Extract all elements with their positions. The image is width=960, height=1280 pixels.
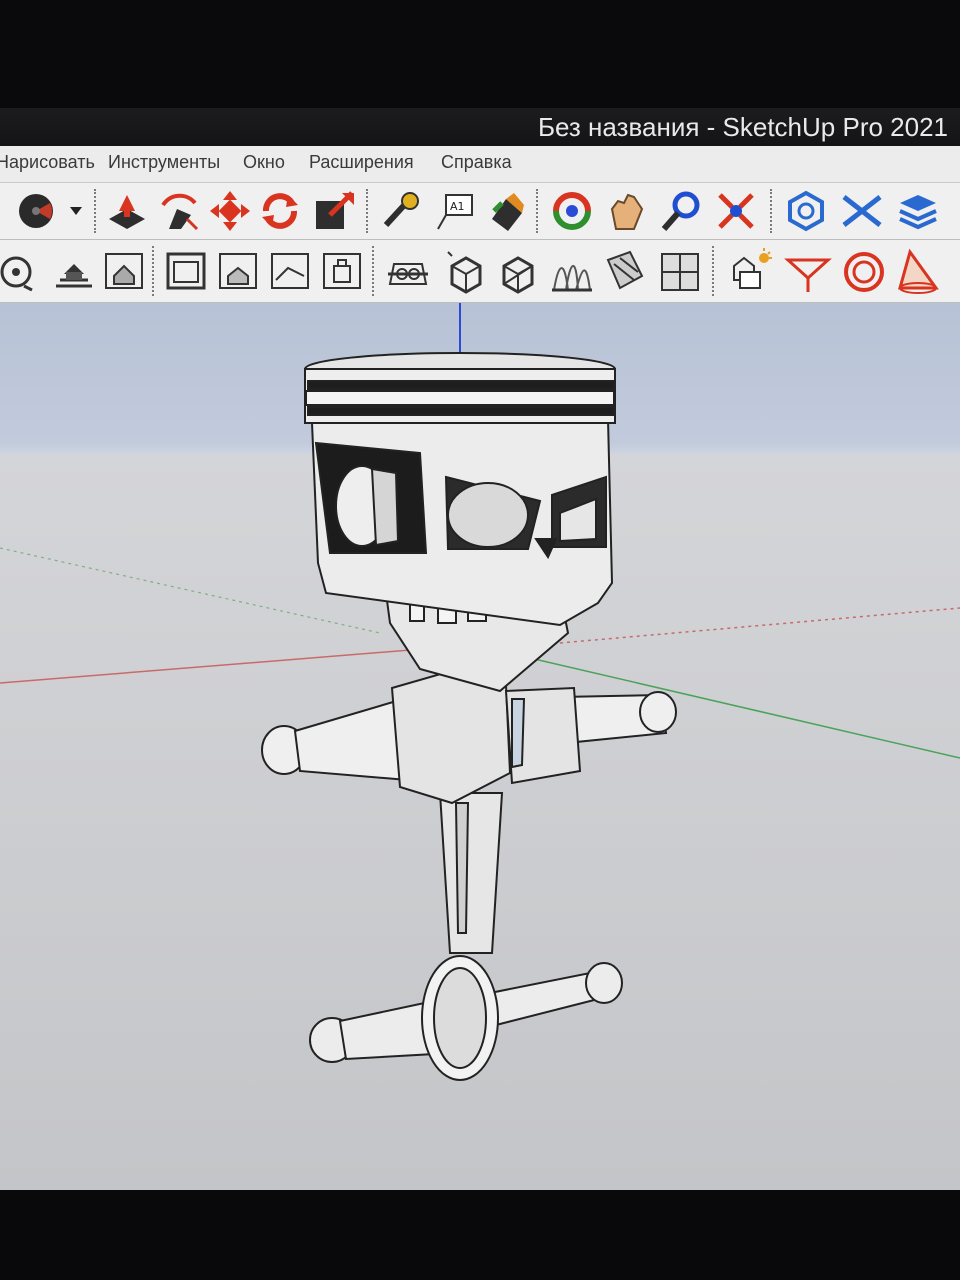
house-outline-icon[interactable] — [100, 246, 148, 296]
fog-icon[interactable] — [784, 246, 832, 296]
soften-edges-icon[interactable] — [600, 246, 648, 296]
toolbar-separator — [94, 189, 96, 233]
toolbar-separator — [712, 246, 714, 296]
circle-target-icon[interactable] — [840, 246, 888, 296]
components-icon[interactable] — [784, 189, 828, 233]
scale-icon[interactable] — [312, 189, 356, 233]
monitor-bezel-bottom — [0, 1190, 960, 1280]
window-title: Без названия - SketchUp Pro 2021 — [537, 112, 948, 142]
top-view-icon[interactable] — [162, 246, 210, 296]
crank-pin — [309, 955, 623, 1081]
connecting-rod — [438, 792, 504, 954]
modeling-viewport[interactable] — [0, 303, 960, 1190]
menu-bar: Нарисовать Инструменты Окно Расширения С… — [0, 146, 960, 183]
toolbar-separator — [366, 189, 368, 233]
move-icon[interactable] — [208, 189, 252, 233]
svg-text:A1: A1 — [450, 200, 465, 213]
toolbar-separator — [152, 246, 154, 296]
follow-me-icon[interactable] — [157, 189, 201, 233]
iso-box-icon[interactable] — [442, 246, 490, 296]
back-view-icon[interactable] — [318, 246, 366, 296]
menu-tools[interactable]: Инструменты — [108, 152, 220, 173]
model-canvas — [0, 303, 960, 1081]
eraser-icon[interactable] — [12, 189, 90, 233]
paint-bucket-icon[interactable] — [484, 189, 528, 233]
tape-measure-icon[interactable] — [378, 189, 422, 233]
main-toolbar: A1 — [0, 183, 960, 240]
zoom-icon[interactable] — [660, 189, 704, 233]
toolbar-separator — [770, 189, 772, 233]
red-axis-dotted — [559, 607, 960, 644]
toolbar-separator — [372, 246, 374, 296]
text-label-icon[interactable]: A1 — [432, 189, 476, 233]
orbit-icon[interactable] — [550, 189, 594, 233]
zoom-extents-icon[interactable] — [714, 189, 758, 233]
front-view-icon[interactable] — [214, 246, 262, 296]
push-pull-icon[interactable] — [105, 189, 149, 233]
sandbox-icon[interactable] — [548, 246, 596, 296]
house-shaded-icon[interactable] — [50, 246, 98, 296]
monitor-bezel-top — [0, 0, 960, 110]
menu-extensions[interactable]: Расширения — [309, 152, 414, 173]
piston-head — [304, 352, 616, 627]
menu-draw[interactable]: Нарисовать — [0, 152, 95, 173]
menu-window[interactable]: Окно — [243, 152, 285, 173]
right-view-icon[interactable] — [266, 246, 314, 296]
pan-hand-icon[interactable] — [604, 189, 648, 233]
toolbar-separator — [536, 189, 538, 233]
views-toolbar — [0, 240, 960, 303]
title-bar: Без названия - SketchUp Pro 2021 — [0, 108, 960, 146]
red-axis — [0, 645, 461, 684]
small-end — [390, 671, 582, 805]
grid-icon[interactable] — [656, 246, 704, 296]
shadows-icon[interactable] — [726, 246, 774, 296]
menu-help[interactable]: Справка — [441, 152, 512, 173]
rotate-icon[interactable] — [258, 189, 302, 233]
section-plane-icon[interactable] — [384, 246, 432, 296]
orbit-view-icon[interactable] — [0, 246, 42, 296]
styles-icon[interactable] — [840, 189, 884, 233]
layers-icon[interactable] — [896, 189, 940, 233]
cone-icon[interactable] — [896, 246, 944, 296]
xray-box-icon[interactable] — [494, 246, 542, 296]
